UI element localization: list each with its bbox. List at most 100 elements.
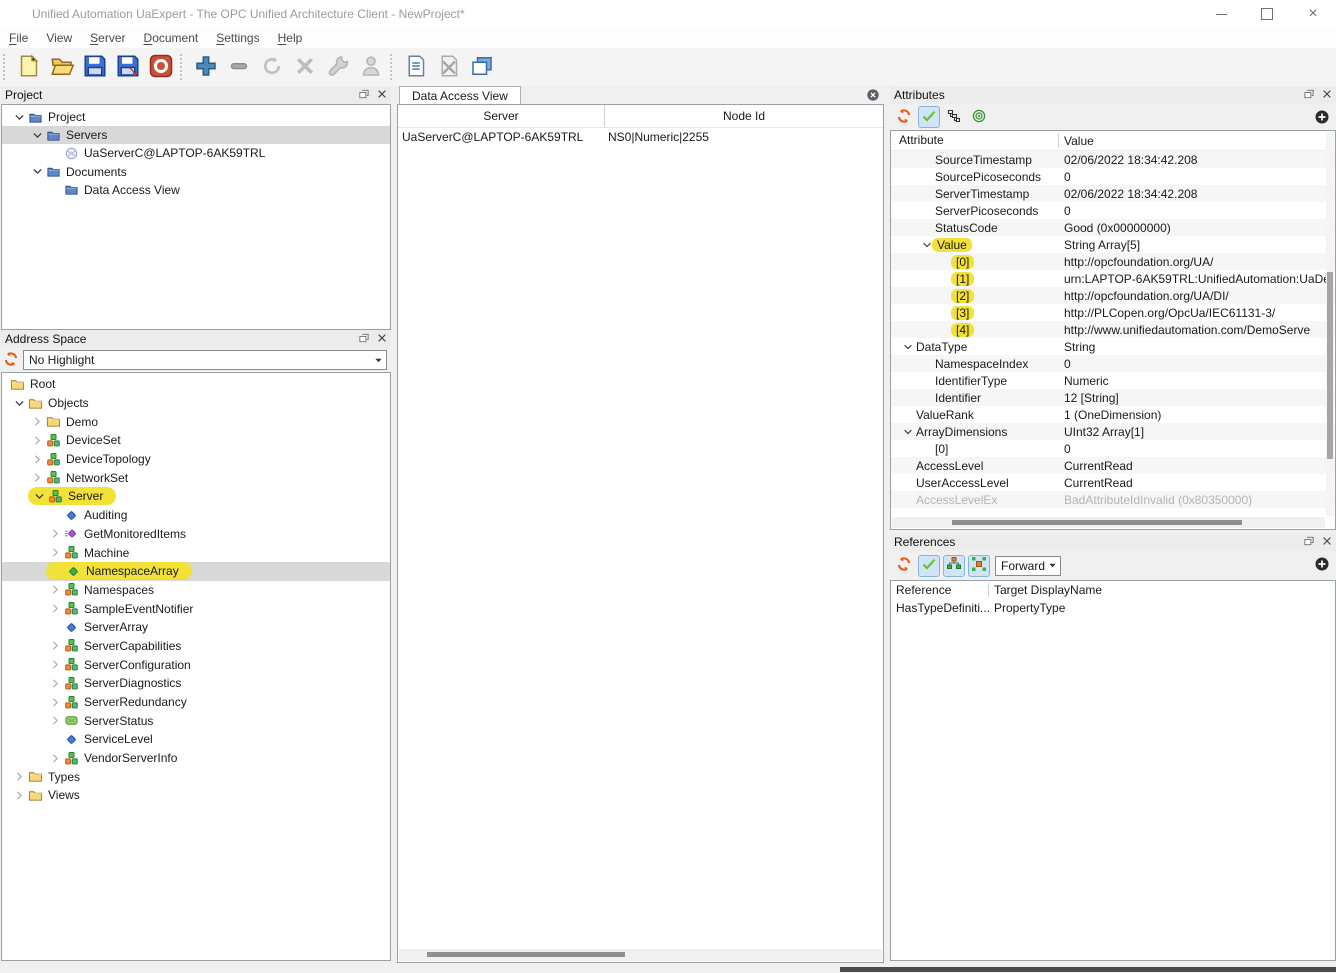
tree-item-views[interactable]: Views xyxy=(2,786,390,805)
chevron-right-icon[interactable] xyxy=(46,695,64,710)
chevron-right-icon[interactable] xyxy=(28,470,46,485)
tree-item-namespaces[interactable]: Namespaces xyxy=(2,581,390,600)
user-button[interactable] xyxy=(355,52,386,83)
close-panel-button[interactable] xyxy=(1320,535,1334,549)
menu-document[interactable]: Document xyxy=(135,28,208,48)
tree-item-serverstatus[interactable]: ServerStatus xyxy=(2,711,390,730)
chevron-right-icon[interactable] xyxy=(46,657,64,672)
tree-item-demo[interactable]: Demo xyxy=(2,412,390,431)
tree-item-vendorserverinfo[interactable]: VendorServerInfo xyxy=(2,749,390,768)
attribute-row-value[interactable]: ValueString Array[5] xyxy=(891,236,1335,253)
tree-item-types[interactable]: Types xyxy=(2,767,390,786)
horizontal-scrollbar[interactable] xyxy=(399,949,882,961)
tree-item-serverredundancy[interactable]: ServerRedundancy xyxy=(2,693,390,712)
vertical-scrollbar[interactable] xyxy=(1326,132,1334,516)
refresh-button[interactable] xyxy=(893,555,915,577)
tree-item-getmonitoreditems[interactable]: GetMonitoredItems xyxy=(2,525,390,544)
column-header-reference[interactable]: Reference xyxy=(891,583,989,597)
chevron-down-icon[interactable] xyxy=(10,110,28,125)
attribute-row-accesslevelex[interactable]: AccessLevelExBadAttributeIdInvalid (0x80… xyxy=(891,491,1335,508)
menu-view[interactable]: View xyxy=(37,28,81,48)
remove-server-button[interactable] xyxy=(223,52,254,83)
add-server-button[interactable] xyxy=(190,52,221,83)
dav-row[interactable]: UaServerC@LAPTOP-6AK59TRLNS0|Numeric|225… xyxy=(398,128,883,146)
scrollbar-thumb[interactable] xyxy=(427,952,625,957)
tree-item-uaserverc-laptop-6ak59trl[interactable]: UaServerC@LAPTOP-6AK59TRL xyxy=(2,144,390,162)
chevron-right-icon[interactable] xyxy=(28,452,46,467)
direction-select[interactable]: Forward xyxy=(995,556,1061,576)
chevron-down-icon[interactable] xyxy=(30,489,48,504)
maximize-button[interactable] xyxy=(1244,0,1290,28)
follow-target-toggle[interactable] xyxy=(968,555,990,577)
refresh-icon[interactable] xyxy=(3,351,21,369)
attribute-row-identifier[interactable]: Identifier12 [String] xyxy=(891,389,1335,406)
tree-item-deviceset[interactable]: DeviceSet xyxy=(2,431,390,450)
scrollbar-thumb[interactable] xyxy=(952,520,1242,525)
tree-item-servicelevel[interactable]: ServiceLevel xyxy=(2,730,390,749)
open-project-button[interactable] xyxy=(46,52,77,83)
column-header-value[interactable]: Value xyxy=(1059,134,1094,148)
tree-item-serverdiagnostics[interactable]: ServerDiagnostics xyxy=(2,674,390,693)
save-project-button[interactable] xyxy=(79,52,110,83)
float-panel-button[interactable] xyxy=(1302,88,1316,102)
tree-item-server[interactable]: Server xyxy=(2,487,390,506)
attribute-row-valuerank[interactable]: ValueRank1 (OneDimension) xyxy=(891,406,1335,423)
auto-update-toggle[interactable] xyxy=(918,555,940,577)
tree-item-root[interactable]: Root xyxy=(2,375,390,394)
attribute-row-servertimestamp[interactable]: ServerTimestamp02/06/2022 18:34:42.208 xyxy=(891,185,1335,202)
tree-item-servercapabilities[interactable]: ServerCapabilities xyxy=(2,637,390,656)
tree-item-documents[interactable]: Documents xyxy=(2,163,390,181)
tab-data-access-view[interactable]: Data Access View xyxy=(399,86,521,104)
remove-document-button[interactable] xyxy=(433,52,464,83)
attribute-row-namespaceindex[interactable]: NamespaceIndex0 xyxy=(891,355,1335,372)
auto-update-toggle[interactable] xyxy=(918,106,940,128)
attribute-row-datatype[interactable]: DataTypeString xyxy=(891,338,1335,355)
tree-item-networkset[interactable]: NetworkSet xyxy=(2,468,390,487)
menu-server[interactable]: Server xyxy=(81,28,134,48)
attribute-row-sourcepicoseconds[interactable]: SourcePicoseconds0 xyxy=(891,168,1335,185)
target-button[interactable] xyxy=(968,106,990,128)
attribute-row-0[interactable]: [0]http://opcfoundation.org/UA/ xyxy=(891,253,1335,270)
horizontal-scrollbar[interactable] xyxy=(892,517,1325,528)
attribute-row-sourcetimestamp[interactable]: SourceTimestamp02/06/2022 18:34:42.208 xyxy=(891,151,1335,168)
attribute-row-0[interactable]: [0]0 xyxy=(891,440,1335,457)
float-panel-button[interactable] xyxy=(357,332,371,346)
attribute-row-identifiertype[interactable]: IdentifierTypeNumeric xyxy=(891,372,1335,389)
tree-item-devicetopology[interactable]: DeviceTopology xyxy=(2,450,390,469)
tree-item-project[interactable]: Project xyxy=(2,108,390,126)
connect-server-button[interactable] xyxy=(256,52,287,83)
tree-item-serverarray[interactable]: ServerArray xyxy=(2,618,390,637)
properties-button[interactable] xyxy=(322,52,353,83)
add-button[interactable] xyxy=(1311,107,1333,129)
attribute-row-4[interactable]: [4]http://www.unifiedautomation.com/Demo… xyxy=(891,321,1335,338)
chevron-down-icon[interactable] xyxy=(899,341,916,353)
float-panel-button[interactable] xyxy=(357,88,371,102)
attribute-row-2[interactable]: [2]http://opcfoundation.org/UA/DI/ xyxy=(891,287,1335,304)
tree-item-sampleeventnotifier[interactable]: SampleEventNotifier xyxy=(2,599,390,618)
minimize-button[interactable] xyxy=(1198,0,1244,28)
chevron-right-icon[interactable] xyxy=(46,545,64,560)
tree-item-data-access-view[interactable]: Data Access View xyxy=(2,181,390,199)
chevron-down-icon[interactable] xyxy=(28,164,46,179)
attribute-row-statuscode[interactable]: StatusCodeGood (0x00000000) xyxy=(891,219,1335,236)
refresh-button[interactable] xyxy=(893,106,915,128)
chevron-right-icon[interactable] xyxy=(46,676,64,691)
column-header-target-displayname[interactable]: Target DisplayName xyxy=(989,583,1102,597)
attribute-row-arraydimensions[interactable]: ArrayDimensionsUInt32 Array[1] xyxy=(891,423,1335,440)
chevron-right-icon[interactable] xyxy=(10,769,28,784)
tree-item-servers[interactable]: Servers xyxy=(2,126,390,144)
expand-hierarchy-button[interactable] xyxy=(943,106,965,128)
close-panel-button[interactable] xyxy=(375,332,389,346)
chevron-right-icon[interactable] xyxy=(28,414,46,429)
chevron-right-icon[interactable] xyxy=(46,751,64,766)
float-panel-button[interactable] xyxy=(1302,535,1316,549)
chevron-right-icon[interactable] xyxy=(46,601,64,616)
tree-item-namespacearray[interactable]: NamespaceArray xyxy=(2,562,390,581)
chevron-right-icon[interactable] xyxy=(46,526,64,541)
attribute-row-1[interactable]: [1]urn:LAPTOP-6AK59TRL:UnifiedAutomation… xyxy=(891,270,1335,287)
chevron-down-icon[interactable] xyxy=(10,396,28,411)
reference-row[interactable]: HasTypeDefiniti...PropertyType xyxy=(891,599,1335,617)
attribute-row-serverpicoseconds[interactable]: ServerPicoseconds0 xyxy=(891,202,1335,219)
close-panel-button[interactable] xyxy=(1320,88,1334,102)
disconnect-server-button[interactable] xyxy=(289,52,320,83)
